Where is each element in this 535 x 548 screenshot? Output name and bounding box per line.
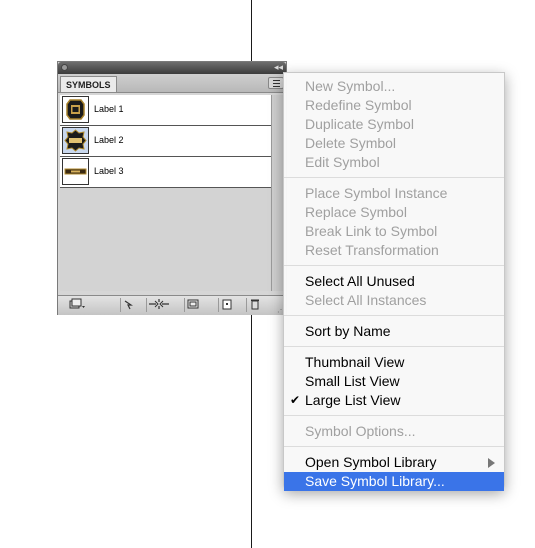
symbols-panel: ◂◂ SYMBOLS Label 1 Label 2 Label 3 ⋰ [57,61,287,315]
menu-item-new-symbol[interactable]: New Symbol... [284,77,504,96]
panel-flyout-menu: New Symbol... Redefine Symbol Duplicate Sy… [283,72,505,491]
label-badge-icon [64,129,87,152]
menu-item-label: Small List View [305,373,400,389]
submenu-arrow-icon [488,458,495,468]
menu-item-replace-symbol[interactable]: Replace Symbol [284,203,504,222]
menu-separator [284,415,504,416]
trash-icon[interactable] [246,298,263,312]
label-badge-icon [66,99,85,120]
symbol-thumbnail [62,158,89,185]
symbol-label: Label 2 [94,135,124,145]
menu-item-label: Place Symbol Instance [305,185,448,201]
symbol-list: Label 1 Label 2 Label 3 [60,95,271,291]
menu-item-edit-symbol[interactable]: Edit Symbol [284,153,504,172]
tab-symbols[interactable]: SYMBOLS [60,76,117,92]
new-icon[interactable] [218,298,235,312]
menu-item-label: Edit Symbol [305,154,380,170]
menu-item-redefine-symbol[interactable]: Redefine Symbol [284,96,504,115]
menu-item-small-list-view[interactable]: Small List View [284,372,504,391]
options-icon[interactable] [184,298,201,312]
menu-item-label: Duplicate Symbol [305,116,414,132]
menu-item-large-list-view[interactable]: ✔ Large List View [284,391,504,410]
close-icon[interactable] [61,64,68,71]
menu-item-label: Break Link to Symbol [305,223,438,239]
menu-item-label: New Symbol... [305,78,396,94]
menu-item-open-symbol-library[interactable]: Open Symbol Library [284,453,504,472]
menu-item-label: Select All Unused [305,273,415,289]
list-item[interactable]: Label 3 [60,157,271,188]
collapse-icon[interactable]: ◂◂ [274,62,283,73]
menu-item-select-all-unused[interactable]: Select All Unused [284,272,504,291]
menu-separator [284,265,504,266]
place-icon[interactable] [120,298,137,312]
menu-item-delete-symbol[interactable]: Delete Symbol [284,134,504,153]
menu-separator [284,346,504,347]
menu-item-symbol-options[interactable]: Symbol Options... [284,422,504,441]
menu-item-label: Large List View [305,392,401,408]
symbol-label: Label 1 [94,104,124,114]
menu-item-break-link-to-symbol[interactable]: Break Link to Symbol [284,222,504,241]
symbol-thumbnail [62,127,89,154]
menu-item-label: Thumbnail View [305,354,405,370]
panel-titlebar[interactable]: ◂◂ [58,62,286,74]
menu-item-label: Reset Transformation [305,242,439,258]
checkmark-icon: ✔ [290,393,301,407]
menu-item-label: Symbol Options... [305,423,416,439]
menu-item-thumbnail-view[interactable]: Thumbnail View [284,353,504,372]
menu-item-label: Save Symbol Library... [305,473,445,489]
menu-item-sort-by-name[interactable]: Sort by Name [284,322,504,341]
menu-separator [284,446,504,447]
menu-item-save-symbol-library[interactable]: Save Symbol Library... [284,472,504,491]
list-item[interactable]: Label 2 [60,126,271,157]
menu-item-label: Select All Instances [305,292,427,308]
menu-item-place-symbol-instance[interactable]: Place Symbol Instance [284,184,504,203]
menu-item-select-all-instances[interactable]: Select All Instances [284,291,504,310]
library-icon[interactable] [66,298,88,312]
panel-bottom-toolbar: ⋰ [58,295,286,315]
menu-item-label: Open Symbol Library [305,454,437,470]
menu-item-label: Redefine Symbol [305,97,412,113]
panel-tabbar: SYMBOLS [58,74,286,93]
menu-item-duplicate-symbol[interactable]: Duplicate Symbol [284,115,504,134]
menu-item-label: Delete Symbol [305,135,397,151]
menu-item-reset-transformation[interactable]: Reset Transformation [284,241,504,260]
panel-menu-button[interactable] [268,77,284,89]
break-link-icon[interactable] [146,298,171,312]
menu-item-label: Replace Symbol [305,204,407,220]
symbol-label: Label 3 [94,166,124,176]
menu-separator [284,315,504,316]
menu-separator [284,177,504,178]
symbol-thumbnail [62,96,89,123]
menu-item-label: Sort by Name [305,323,391,339]
list-item[interactable]: Label 1 [60,95,271,126]
banner-icon [64,168,87,175]
